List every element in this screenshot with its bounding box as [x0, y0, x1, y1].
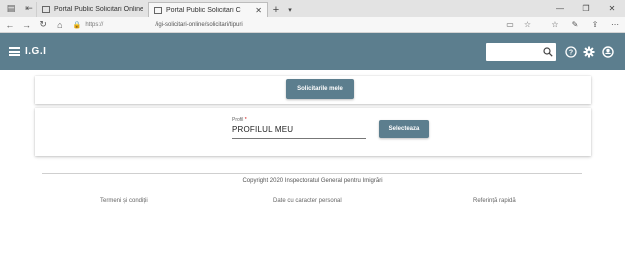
window-controls: — ❐ ✕	[547, 0, 625, 17]
reading-view-icon[interactable]: ▭	[506, 20, 514, 29]
copyright-text: Copyright 2020 Inspectoratul General pen…	[242, 178, 383, 184]
svg-text:?: ?	[569, 50, 573, 57]
page-favicon-icon	[42, 6, 50, 13]
tab-actions-icon[interactable]: ▤	[4, 1, 18, 15]
browser-address-bar: ← → ↻ ⌂ 🔒 https:// /igi-solicitari-onlin…	[0, 17, 625, 33]
tab-title: Portal Public Solicitari Online	[54, 6, 143, 13]
tab-list-chevron-icon[interactable]: ▾	[284, 2, 296, 17]
url-protocol: https://	[85, 21, 104, 28]
required-mark: *	[244, 117, 247, 123]
back-tabs-icon[interactable]: ⇤	[22, 1, 36, 15]
favorite-star-icon[interactable]: ☆	[524, 20, 531, 29]
new-tab-button[interactable]: +	[268, 2, 284, 17]
profile-label-text: Profil	[232, 117, 244, 123]
lock-icon: 🔒	[72, 21, 82, 29]
page-favicon-icon	[154, 6, 162, 14]
browser-tab-2[interactable]: Portal Public Solicitari C ✕	[148, 2, 268, 17]
tab-close-icon[interactable]: ✕	[255, 6, 262, 15]
search-icon[interactable]	[541, 45, 555, 59]
pen-icon[interactable]: ✎	[565, 20, 585, 29]
profile-select[interactable]: PROFILUL MEU	[232, 125, 293, 134]
url-field[interactable]: 🔒 https:// /igi-solicitari-online/solici…	[73, 19, 531, 31]
forward-icon[interactable]: →	[20, 18, 34, 32]
account-icon[interactable]	[601, 45, 615, 59]
footer-link-terms[interactable]: Termeni și condiții	[100, 198, 148, 204]
refresh-icon[interactable]: ↻	[36, 18, 50, 32]
browser-tab-1[interactable]: Portal Public Solicitari Online	[36, 2, 148, 17]
close-window-icon[interactable]: ✕	[599, 0, 625, 17]
my-requests-card: Solicitarile mele	[35, 76, 591, 104]
footer-divider	[42, 173, 582, 174]
app-header: I.G.I ?	[0, 33, 625, 70]
url-path: /igi-solicitari-online/solicitari/tipuri	[155, 21, 243, 28]
menu-icon[interactable]	[9, 47, 20, 56]
profile-field-label: Profil *	[232, 117, 247, 123]
profile-field-underline	[232, 138, 366, 139]
profile-card: Profil * PROFILUL MEU Selecteaza	[35, 108, 591, 156]
browser-tab-strip: ▤ ⇤ Portal Public Solicitari Online Port…	[0, 0, 625, 17]
back-icon[interactable]: ←	[3, 18, 17, 32]
gear-icon[interactable]	[582, 45, 596, 59]
help-icon[interactable]: ?	[564, 45, 578, 59]
home-icon[interactable]: ⌂	[53, 18, 67, 32]
share-icon[interactable]: ⇪	[585, 20, 605, 29]
more-icon[interactable]: ⋯	[605, 20, 625, 29]
app-title: I.G.I	[25, 46, 47, 57]
minimize-icon[interactable]: —	[547, 0, 573, 17]
restore-icon[interactable]: ❐	[573, 0, 599, 17]
tab-title: Portal Public Solicitari C	[166, 6, 241, 14]
select-button[interactable]: Selecteaza	[379, 120, 429, 138]
my-requests-button[interactable]: Solicitarile mele	[286, 79, 354, 99]
footer-link-quick-reference[interactable]: Referință rapidă	[473, 198, 516, 204]
footer-link-personal-data[interactable]: Date cu caracter personal	[273, 198, 342, 204]
favorites-icon[interactable]: ☆	[545, 20, 565, 29]
